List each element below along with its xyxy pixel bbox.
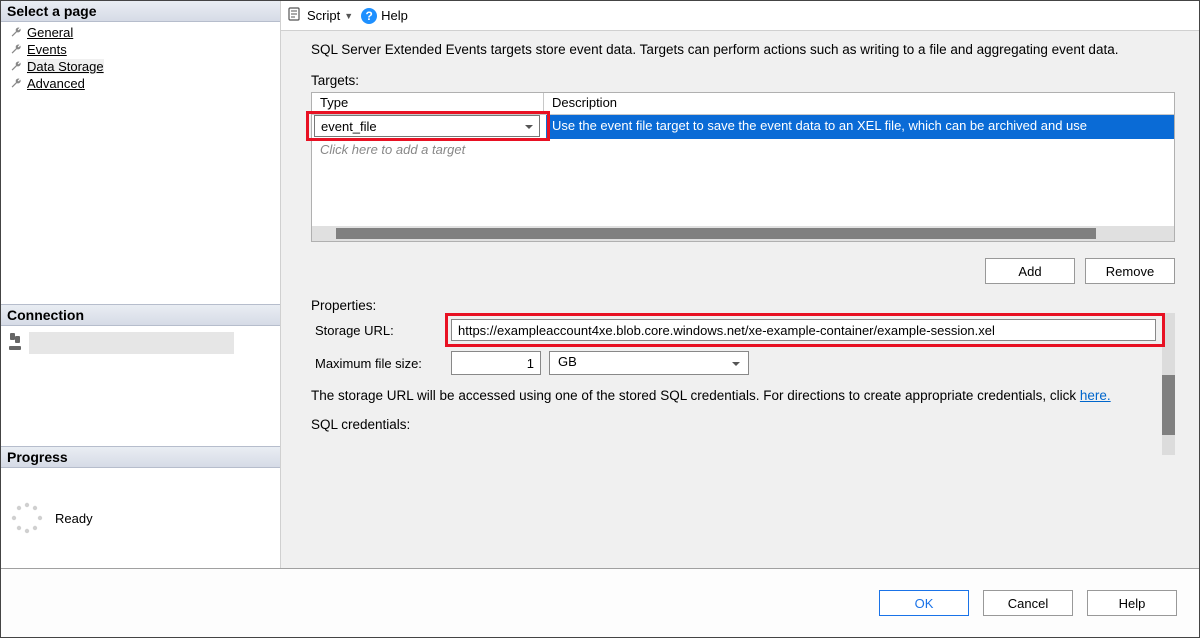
target-desc-cell: Use the event file target to save the ev… <box>546 115 1174 139</box>
nav-label: General <box>27 25 73 40</box>
content-area: Script ▼ ? Help SQL Server Extended Even… <box>281 1 1199 568</box>
storage-url-label: Storage URL: <box>311 323 451 338</box>
target-row[interactable]: event_file Use the event file target to … <box>312 115 1174 139</box>
max-file-size-label: Maximum file size: <box>311 356 451 371</box>
page-nav: General Events Data Storage Advanced <box>1 22 280 304</box>
scrollbar-thumb[interactable] <box>1162 375 1175 435</box>
storage-url-input[interactable] <box>451 319 1156 341</box>
nav-label: Data Storage <box>27 59 104 74</box>
properties-label: Properties: <box>311 298 1175 313</box>
connection-value <box>29 332 234 354</box>
max-file-size-input[interactable] <box>451 351 541 375</box>
sql-credentials-label: SQL credentials: <box>311 417 1156 432</box>
sidebar: Select a page General Events Data Storag… <box>1 1 281 568</box>
add-button[interactable]: Add <box>985 258 1075 284</box>
help-button[interactable]: Help <box>1087 590 1177 616</box>
grid-horizontal-scrollbar[interactable] <box>312 226 1174 241</box>
progress-status: Ready <box>55 511 93 526</box>
targets-label: Targets: <box>311 73 1175 88</box>
progress-body: Ready <box>1 468 280 568</box>
storage-info-text: The storage URL will be accessed using o… <box>311 387 1156 405</box>
properties-vertical-scrollbar[interactable] <box>1162 313 1175 455</box>
nav-label: Events <box>27 42 67 57</box>
ok-button[interactable]: OK <box>879 590 969 616</box>
add-target-hint[interactable]: Click here to add a target <box>312 139 1174 160</box>
remove-button[interactable]: Remove <box>1085 258 1175 284</box>
max-file-size-unit-select[interactable]: GB <box>549 351 749 375</box>
nav-item-general[interactable]: General <box>5 24 276 41</box>
targets-grid: Type Description event_file Use the even… <box>311 92 1175 242</box>
nav-item-advanced[interactable]: Advanced <box>5 75 276 92</box>
spinner-icon <box>11 502 43 534</box>
target-type-value: event_file <box>321 119 377 134</box>
cancel-button[interactable]: Cancel <box>983 590 1073 616</box>
nav-item-data-storage[interactable]: Data Storage <box>5 58 276 75</box>
toolbar: Script ▼ ? Help <box>281 1 1199 31</box>
nav-label: Advanced <box>27 76 85 91</box>
help-icon: ? <box>361 8 377 24</box>
col-header-description[interactable]: Description <box>544 93 1174 114</box>
script-icon <box>287 6 303 25</box>
help-label: Help <box>381 8 408 23</box>
wrench-icon <box>9 26 23 40</box>
wrench-icon <box>9 60 23 74</box>
grid-header: Type Description <box>312 93 1174 115</box>
scrollbar-thumb[interactable] <box>336 228 1096 239</box>
wrench-icon <box>9 43 23 57</box>
server-icon <box>7 332 23 352</box>
info-text-pre: The storage URL will be accessed using o… <box>311 388 1080 403</box>
wrench-icon <box>9 77 23 91</box>
col-header-type[interactable]: Type <box>312 93 544 114</box>
chevron-down-icon: ▼ <box>344 11 353 21</box>
unit-value: GB <box>558 354 577 369</box>
select-page-header: Select a page <box>1 1 280 22</box>
page-description: SQL Server Extended Events targets store… <box>311 41 1175 59</box>
credentials-help-link[interactable]: here. <box>1080 388 1111 403</box>
nav-item-events[interactable]: Events <box>5 41 276 58</box>
connection-header: Connection <box>1 304 280 326</box>
target-type-select[interactable]: event_file <box>314 115 540 137</box>
target-type-cell[interactable]: event_file <box>312 115 546 139</box>
script-label: Script <box>307 8 340 23</box>
help-button[interactable]: ? Help <box>361 8 408 24</box>
connection-body <box>1 326 280 446</box>
dialog-footer: OK Cancel Help <box>1 569 1199 637</box>
progress-header: Progress <box>1 446 280 468</box>
script-button[interactable]: Script ▼ <box>287 6 353 25</box>
